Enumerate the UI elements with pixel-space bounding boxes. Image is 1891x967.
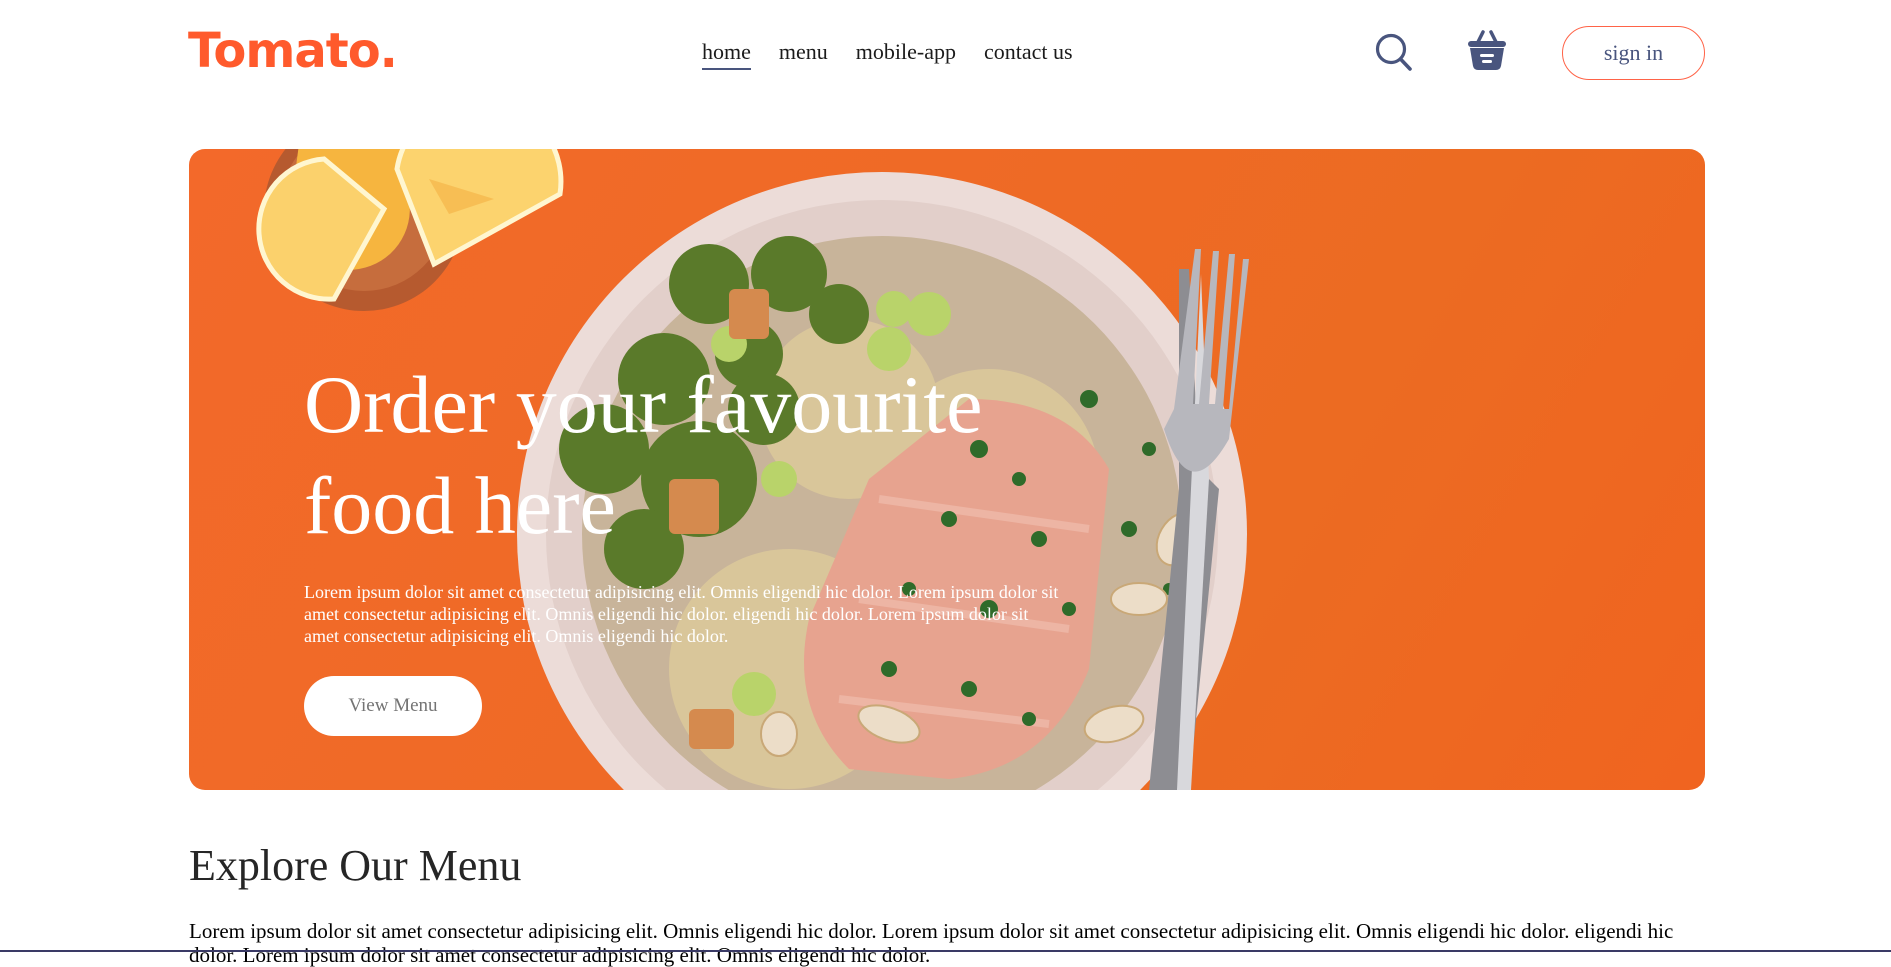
nav-link-menu[interactable]: menu bbox=[779, 37, 828, 70]
navbar: Tomato. home menu mobile-app contact us … bbox=[0, 0, 1891, 110]
logo[interactable]: Tomato. bbox=[188, 22, 398, 80]
nav-link-contact-us[interactable]: contact us bbox=[984, 37, 1073, 70]
hero-description: Lorem ipsum dolor sit amet consectetur a… bbox=[304, 582, 1059, 646]
hero-title: Order your favourite food here bbox=[304, 359, 983, 551]
nav-menu: home menu mobile-app contact us bbox=[702, 37, 1073, 70]
basket-icon[interactable] bbox=[1465, 29, 1509, 78]
sign-in-button[interactable]: sign in bbox=[1562, 26, 1705, 80]
explore-menu-title: Explore Our Menu bbox=[189, 841, 522, 890]
nav-link-home[interactable]: home bbox=[702, 37, 751, 70]
search-icon[interactable] bbox=[1374, 31, 1414, 78]
explore-menu-text: Lorem ipsum dolor sit amet consectetur a… bbox=[189, 919, 1674, 967]
lemon-bowl bbox=[256, 149, 564, 311]
nav-link-mobile-app[interactable]: mobile-app bbox=[856, 37, 956, 70]
view-menu-button[interactable]: View Menu bbox=[304, 676, 482, 736]
hero-banner: Order your favourite food here Lorem ips… bbox=[189, 149, 1705, 790]
